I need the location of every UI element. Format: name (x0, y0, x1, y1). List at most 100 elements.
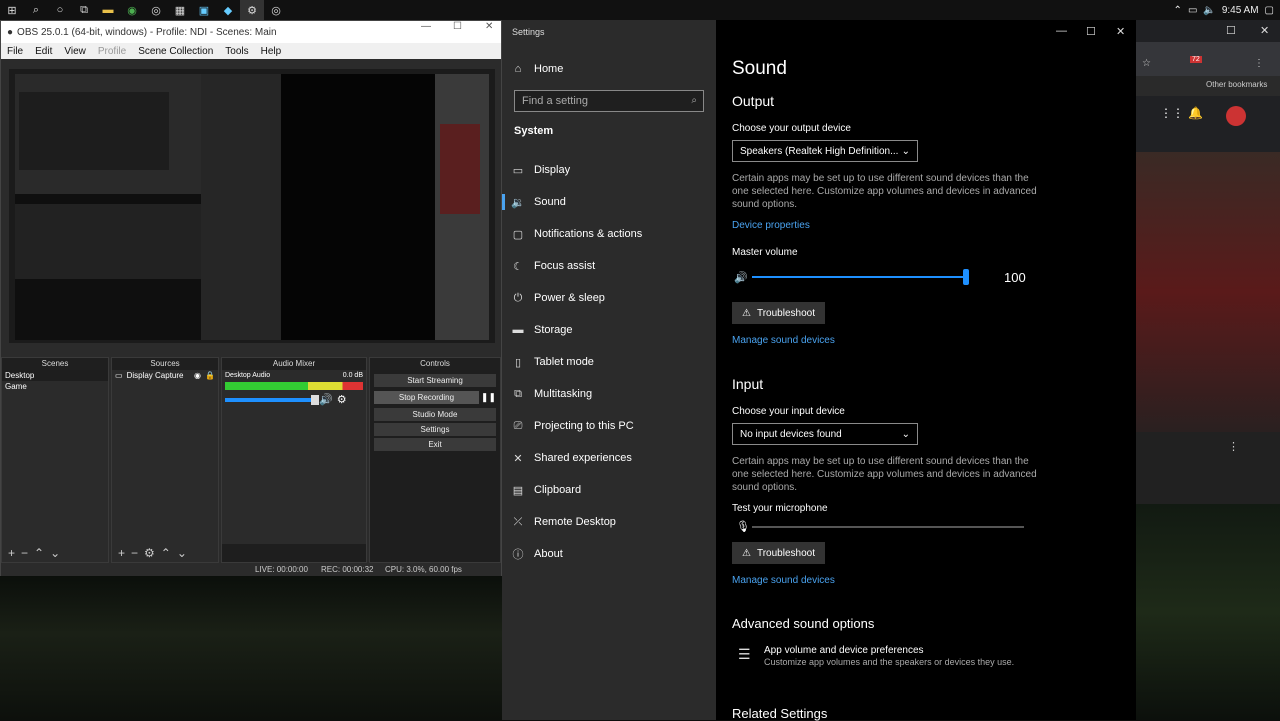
search-icon[interactable]: ⌕ (24, 0, 48, 20)
more-icon[interactable]: ⋮ (1254, 58, 1264, 69)
up-icon[interactable]: ⌃ (161, 546, 171, 560)
search-input[interactable]: Find a setting ⌕ (514, 90, 704, 112)
calculator-icon[interactable]: ▦ (168, 0, 192, 20)
menu-scene-collection[interactable]: Scene Collection (138, 46, 213, 57)
app-icon[interactable]: ◆ (216, 0, 240, 20)
star-icon[interactable]: ☆ (1142, 58, 1151, 69)
manage-input-devices-link[interactable]: Manage sound devices (732, 575, 835, 586)
chevron-up-icon[interactable]: ⌃ (1174, 5, 1182, 16)
close-icon[interactable]: ✕ (1260, 24, 1269, 37)
output-troubleshoot-button[interactable]: ⚠ Troubleshoot (732, 302, 825, 324)
menu-help[interactable]: Help (261, 46, 282, 57)
gear-icon[interactable]: ⚙ (337, 393, 347, 406)
stop-recording-button[interactable]: Stop Recording (374, 391, 479, 404)
close-icon[interactable]: ✕ (1116, 25, 1125, 38)
nav-item-notifications[interactable]: ▢ Notifications & actions (502, 222, 716, 246)
output-device-dropdown[interactable]: Speakers (Realtek High Definition... ⌄ (732, 140, 918, 162)
menu-file[interactable]: File (7, 46, 23, 57)
nav-item-tablet-mode[interactable]: ▯ Tablet mode (502, 350, 716, 374)
clock[interactable]: 9:45 AM (1222, 5, 1259, 16)
maximize-icon[interactable]: ☐ (1086, 25, 1096, 38)
minimize-icon[interactable]: — (1056, 25, 1067, 37)
remove-icon[interactable]: − (21, 546, 28, 560)
settings-button[interactable]: Settings (374, 423, 496, 436)
up-icon[interactable]: ⌃ (34, 546, 44, 560)
shared-icon: ✕ (513, 452, 523, 465)
menu-profile[interactable]: Profile (98, 46, 126, 57)
desktop-background (0, 576, 502, 720)
eye-icon[interactable]: ◉ (194, 371, 201, 380)
remove-icon[interactable]: − (131, 546, 138, 560)
manage-output-devices-link[interactable]: Manage sound devices (732, 335, 835, 346)
studio-mode-button[interactable]: Studio Mode (374, 408, 496, 421)
cortana-icon[interactable]: ○ (48, 0, 72, 20)
mic-test-label: Test your microphone (732, 503, 828, 514)
taskview-icon[interactable]: ⧉ (72, 0, 96, 20)
menu-edit[interactable]: Edit (35, 46, 52, 57)
speaker-icon[interactable]: 🔊 (734, 271, 748, 284)
notes-icon[interactable]: ▣ (192, 0, 216, 20)
menu-view[interactable]: View (64, 46, 86, 57)
bell-icon[interactable]: 🔔 (1188, 106, 1203, 120)
scene-item[interactable]: Game (2, 381, 108, 392)
nav-item-projecting[interactable]: ⎚ Projecting to this PC (502, 414, 716, 438)
remote-desktop-icon: ⤫ (513, 515, 523, 528)
add-icon[interactable]: + (118, 546, 125, 560)
nav-home[interactable]: ⌂ Home (502, 57, 716, 81)
maximize-icon[interactable]: ☐ (453, 21, 462, 32)
other-bookmarks[interactable]: Other bookmarks (1206, 80, 1267, 89)
master-volume-slider[interactable] (752, 276, 966, 278)
obs2-icon[interactable]: ◎ (264, 0, 288, 20)
nav-item-shared-experiences[interactable]: ✕ Shared experiences (502, 446, 716, 470)
nav-item-remote-desktop[interactable]: ⤫ Remote Desktop (502, 510, 716, 534)
down-icon[interactable]: ⌄ (50, 546, 60, 560)
settings-icon[interactable]: ⚙ (240, 0, 264, 20)
obs-preview[interactable] (9, 69, 495, 343)
input-device-dropdown[interactable]: No input devices found ⌄ (732, 423, 918, 445)
obs-icon[interactable]: ◎ (144, 0, 168, 20)
minimize-icon[interactable]: — (421, 21, 431, 32)
nav-item-multitasking[interactable]: ⧉ Multitasking (502, 382, 716, 406)
input-troubleshoot-button[interactable]: ⚠ Troubleshoot (732, 542, 825, 564)
notification-icon[interactable]: ▢ (1265, 5, 1274, 16)
down-icon[interactable]: ⌄ (177, 546, 187, 560)
windows-icon[interactable]: ⊞ (0, 0, 24, 20)
close-icon[interactable]: ✕ (485, 21, 493, 32)
menu-tools[interactable]: Tools (225, 46, 248, 57)
device-properties-link[interactable]: Device properties (732, 220, 810, 231)
maximize-icon[interactable]: ☐ (1226, 24, 1236, 37)
nav-item-power[interactable]: ⏻ Power & sleep (502, 286, 716, 310)
apps-grid-icon[interactable]: ⋮⋮ (1160, 106, 1184, 120)
sources-title: Sources (112, 358, 218, 370)
more-icon[interactable]: ⋮ (1228, 440, 1239, 453)
extension-badge[interactable]: 72 (1190, 56, 1202, 63)
avatar[interactable] (1226, 106, 1246, 126)
obs-menubar: File Edit View Profile Scene Collection … (1, 43, 501, 59)
add-icon[interactable]: + (8, 546, 15, 560)
nav-item-focus-assist[interactable]: ☾ Focus assist (502, 254, 716, 278)
output-device-value: Speakers (Realtek High Definition... (740, 145, 899, 157)
scene-item[interactable]: Desktop (2, 370, 108, 381)
nav-item-display[interactable]: ▭ Display (502, 158, 716, 182)
source-item[interactable]: ▭ Display Capture ◉ 🔒 (112, 370, 218, 381)
volume-slider[interactable] (225, 394, 319, 405)
nav-item-clipboard[interactable]: ▤ Clipboard (502, 478, 716, 502)
app-volume-preferences[interactable]: App volume and device preferences Custom… (764, 645, 1124, 669)
nav-item-sound[interactable]: 🔉 Sound (502, 190, 716, 214)
speaker-icon[interactable]: 🔊 (319, 393, 333, 406)
start-streaming-button[interactable]: Start Streaming (374, 374, 496, 387)
clipboard-icon: ▤ (512, 484, 524, 497)
lock-icon[interactable]: 🔒 (205, 371, 215, 380)
network-icon[interactable]: ▭ (1188, 5, 1197, 16)
volume-icon[interactable]: 🔈 (1203, 5, 1215, 16)
nav-item-about[interactable]: ⓘ About (502, 542, 716, 566)
chrome-icon[interactable]: ◉ (120, 0, 144, 20)
gear-icon[interactable]: ⚙ (144, 546, 155, 560)
pause-icon[interactable]: ❚❚ (481, 392, 496, 403)
explorer-icon[interactable]: ▬ (96, 0, 120, 20)
nav-item-label: Tablet mode (534, 356, 594, 368)
exit-button[interactable]: Exit (374, 438, 496, 451)
slider-thumb[interactable] (963, 269, 969, 285)
video-thumbnail[interactable] (1136, 152, 1280, 432)
nav-item-storage[interactable]: ▬ Storage (502, 318, 716, 342)
